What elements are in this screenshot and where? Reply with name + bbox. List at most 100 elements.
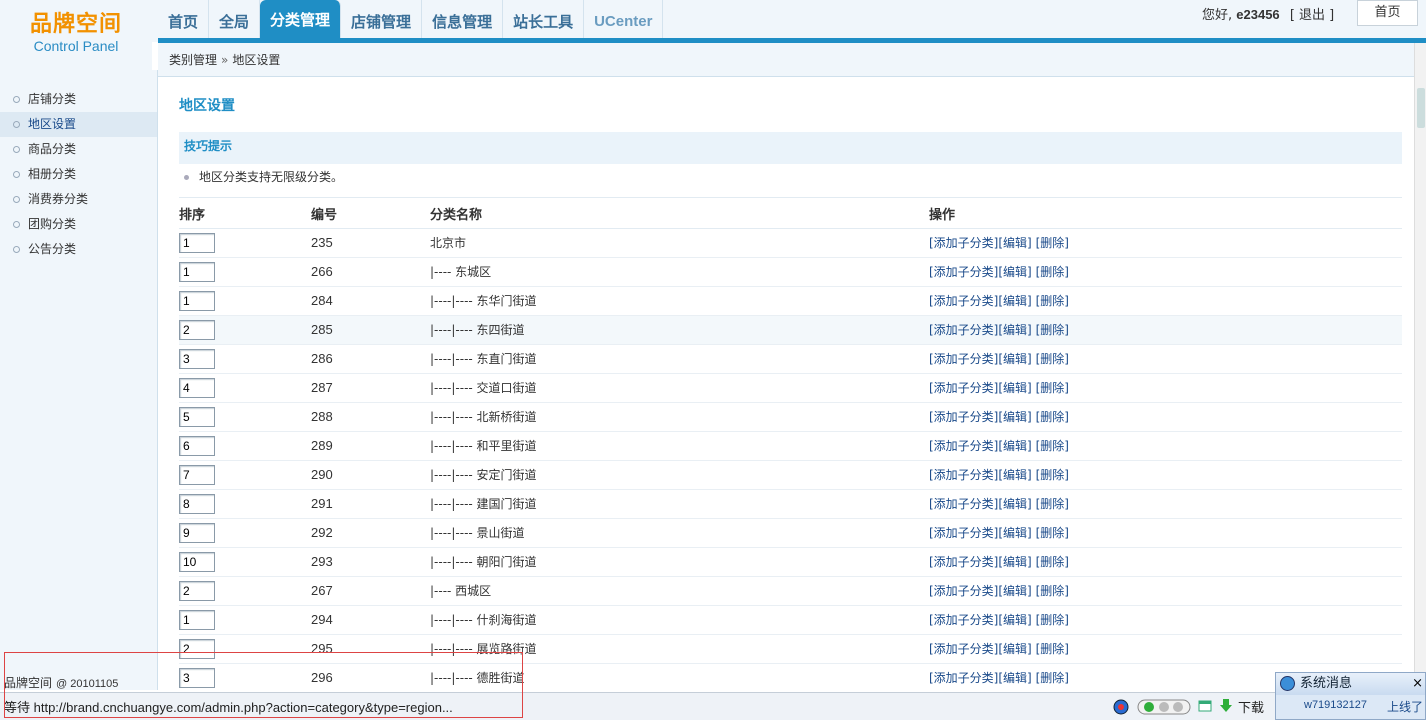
sidebar-item-0[interactable]: 店铺分类 [0, 87, 157, 112]
id-cell: 286 [311, 344, 430, 374]
add-subcategory-link[interactable]: [添加子分类] [929, 671, 998, 685]
edit-link[interactable]: [编辑] [998, 642, 1031, 656]
delete-link[interactable]: [删除] [1036, 468, 1069, 482]
delete-link[interactable]: [删除] [1036, 265, 1069, 279]
delete-link[interactable]: [删除] [1036, 439, 1069, 453]
edit-link[interactable]: [编辑] [998, 265, 1031, 279]
edit-link[interactable]: [编辑] [998, 381, 1031, 395]
add-subcategory-link[interactable]: [添加子分类] [929, 497, 998, 511]
edit-link[interactable]: [编辑] [998, 584, 1031, 598]
delete-link[interactable]: [删除] [1036, 671, 1069, 685]
id-cell: 295 [311, 634, 430, 664]
nav-tab-6[interactable]: UCenter [584, 0, 664, 38]
edit-link[interactable]: [编辑] [998, 497, 1031, 511]
tips-text: 地区分类支持无限级分类。 [199, 170, 344, 184]
delete-link[interactable]: [删除] [1036, 294, 1069, 308]
sidebar-item-3[interactable]: 相册分类 [0, 162, 157, 187]
add-subcategory-link[interactable]: [添加子分类] [929, 642, 998, 656]
order-input[interactable] [179, 493, 215, 514]
delete-link[interactable]: [删除] [1036, 555, 1069, 569]
add-subcategory-link[interactable]: [添加子分类] [929, 236, 998, 250]
sidebar-item-4[interactable]: 消费券分类 [0, 187, 157, 212]
order-input[interactable] [179, 580, 215, 601]
delete-link[interactable]: [删除] [1036, 236, 1069, 250]
sidebar-item-label: 地区设置 [28, 117, 77, 131]
order-input[interactable] [179, 638, 215, 659]
id-cell: 294 [311, 605, 430, 635]
edit-link[interactable]: [编辑] [998, 439, 1031, 453]
sidebar-item-6[interactable]: 公告分类 [0, 237, 157, 262]
delete-link[interactable]: [删除] [1036, 526, 1069, 540]
close-icon[interactable]: × [1412, 673, 1423, 695]
order-input[interactable] [179, 261, 215, 282]
delete-link[interactable]: [删除] [1036, 352, 1069, 366]
order-input[interactable] [179, 522, 215, 543]
add-subcategory-link[interactable]: [添加子分类] [929, 294, 998, 308]
nav-tab-2[interactable]: 分类管理 [260, 0, 342, 38]
breadcrumb-parent[interactable]: 类别管理 [169, 53, 217, 67]
edit-link[interactable]: [编辑] [998, 671, 1031, 685]
add-subcategory-link[interactable]: [添加子分类] [929, 381, 998, 395]
nav-tab-4[interactable]: 信息管理 [422, 0, 504, 38]
toggle-icon[interactable] [1137, 698, 1191, 719]
delete-link[interactable]: [删除] [1036, 410, 1069, 424]
nav-tab-0[interactable]: 首页 [158, 0, 210, 38]
vertical-scrollbar[interactable] [1414, 43, 1426, 691]
edit-link[interactable]: [编辑] [998, 236, 1031, 250]
add-subcategory-link[interactable]: [添加子分类] [929, 555, 998, 569]
edit-link[interactable]: [编辑] [998, 352, 1031, 366]
order-input[interactable] [179, 290, 215, 311]
sidebar-item-5[interactable]: 团购分类 [0, 212, 157, 237]
nav-tab-3[interactable]: 店铺管理 [341, 0, 423, 38]
order-input[interactable] [179, 667, 215, 688]
add-subcategory-link[interactable]: [添加子分类] [929, 352, 998, 366]
add-subcategory-link[interactable]: [添加子分类] [929, 265, 998, 279]
order-input[interactable] [179, 464, 215, 485]
edit-link[interactable]: [编辑] [998, 468, 1031, 482]
order-input[interactable] [179, 377, 215, 398]
name-cell: |----|---- 德胜街道 [430, 663, 929, 692]
edit-link[interactable]: [编辑] [998, 526, 1031, 540]
add-subcategory-link[interactable]: [添加子分类] [929, 439, 998, 453]
sidebar-item-1[interactable]: 地区设置 [0, 112, 157, 137]
delete-link[interactable]: [删除] [1036, 497, 1069, 511]
delete-link[interactable]: [删除] [1036, 323, 1069, 337]
order-input[interactable] [179, 319, 215, 340]
scrollbar-thumb[interactable] [1417, 88, 1425, 128]
order-input[interactable] [179, 435, 215, 456]
home-button[interactable]: 首页 [1357, 0, 1418, 26]
col-header-order: 排序 [179, 199, 311, 229]
add-subcategory-link[interactable]: [添加子分类] [929, 410, 998, 424]
download-label[interactable]: 下载 [1238, 697, 1264, 716]
sidebar-item-label: 店铺分类 [28, 92, 77, 106]
add-subcategory-link[interactable]: [添加子分类] [929, 613, 998, 627]
actions-cell: [添加子分类][编辑] [删除] [929, 431, 1402, 461]
delete-link[interactable]: [删除] [1036, 381, 1069, 395]
edit-link[interactable]: [编辑] [998, 323, 1031, 337]
nav-tab-5[interactable]: 站长工具 [503, 0, 585, 38]
add-subcategory-link[interactable]: [添加子分类] [929, 526, 998, 540]
order-input[interactable] [179, 609, 215, 630]
edit-link[interactable]: [编辑] [998, 410, 1031, 424]
sidebar-item-2[interactable]: 商品分类 [0, 137, 157, 162]
edit-link[interactable]: [编辑] [998, 294, 1031, 308]
globe-icon[interactable] [1112, 698, 1130, 719]
logout-link[interactable]: [ 退出 ] [1290, 8, 1334, 23]
edit-link[interactable]: [编辑] [998, 613, 1031, 627]
add-subcategory-link[interactable]: [添加子分类] [929, 468, 998, 482]
order-input[interactable] [179, 406, 215, 427]
download-icon[interactable] [1218, 698, 1234, 717]
delete-link[interactable]: [删除] [1036, 584, 1069, 598]
order-cell [179, 344, 311, 374]
add-subcategory-link[interactable]: [添加子分类] [929, 323, 998, 337]
delete-link[interactable]: [删除] [1036, 613, 1069, 627]
edit-link[interactable]: [编辑] [998, 555, 1031, 569]
order-input[interactable] [179, 348, 215, 369]
order-input[interactable] [179, 551, 215, 572]
nav-tab-1[interactable]: 全局 [209, 0, 261, 38]
window-icon[interactable] [1197, 698, 1213, 717]
delete-link[interactable]: [删除] [1036, 642, 1069, 656]
order-input[interactable] [179, 232, 215, 253]
notification-user[interactable]: w719132127 [1304, 699, 1367, 711]
add-subcategory-link[interactable]: [添加子分类] [929, 584, 998, 598]
